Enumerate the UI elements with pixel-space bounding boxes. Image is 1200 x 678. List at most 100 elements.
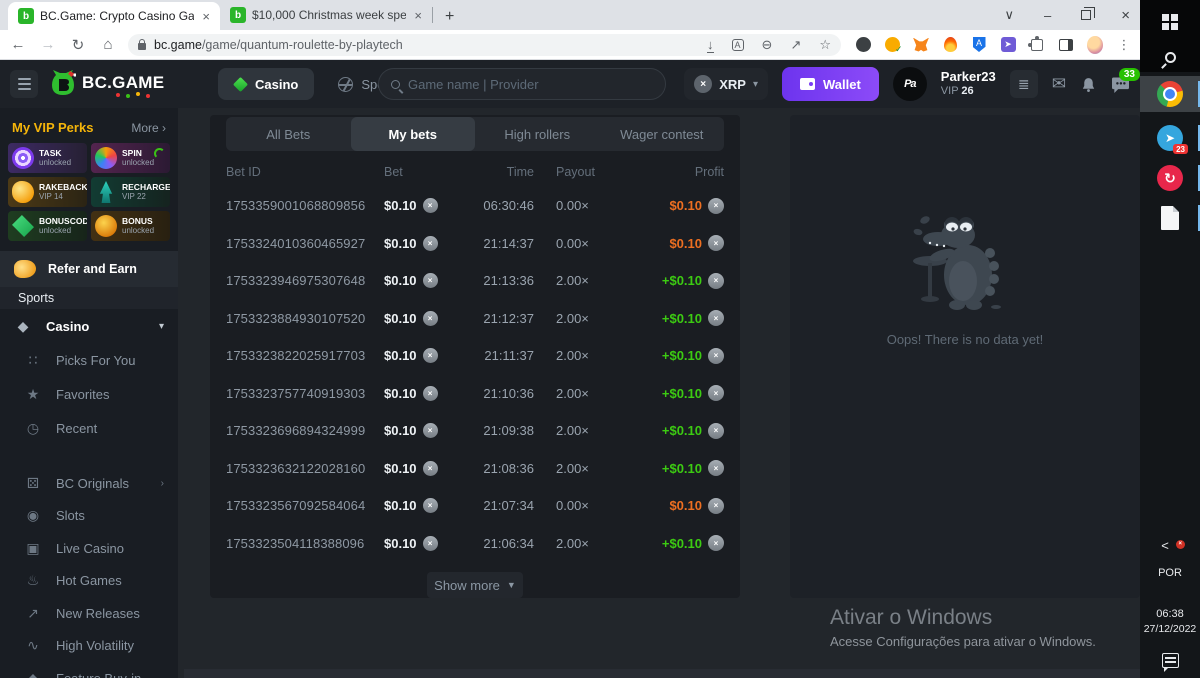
close-button[interactable]: × [1121, 7, 1130, 24]
game-search-input[interactable] [408, 77, 653, 92]
extension-person-icon[interactable] [885, 37, 900, 52]
taskbar-telegram-button[interactable]: ➤23 [1140, 120, 1200, 156]
bets-tab[interactable]: High rollers [475, 117, 600, 151]
show-more-button[interactable]: Show more▼ [427, 572, 523, 598]
tab-close-icon[interactable]: × [412, 8, 424, 23]
vip-perk-card[interactable]: BONUS unlocked [91, 211, 170, 241]
table-row[interactable]: 1753323757740919303 $0.10× 21:10:36 2.00… [210, 375, 740, 413]
table-row[interactable]: 1753323696894324999 $0.10× 21:09:38 2.00… [210, 412, 740, 450]
bookmark-star-icon[interactable]: ☆ [819, 37, 831, 53]
address-bar[interactable]: bc.game/game/quantum-roulette-by-playtec… [128, 34, 841, 56]
extensions-puzzle-icon[interactable] [1031, 39, 1043, 51]
sidebar-item[interactable]: ♨ Hot Games [0, 565, 178, 598]
taskbar-overflow-chevron[interactable]: < [1161, 538, 1169, 553]
sidebar-item-label: New Releases [56, 606, 150, 621]
user-info[interactable]: Parker23 VIP 26 [941, 69, 996, 99]
col-bet: Bet [384, 165, 472, 179]
home-button[interactable]: ⌂ [98, 36, 118, 53]
forward-button[interactable]: → [38, 36, 58, 53]
chat-icon[interactable]: 33 [1111, 76, 1130, 93]
zoom-out-icon[interactable]: ⊖ [762, 37, 773, 53]
vip-perks-more-link[interactable]: More › [131, 121, 166, 135]
browser-tab-active[interactable]: b BC.Game: Crypto Casino Games & × [8, 2, 220, 30]
back-button[interactable]: ← [8, 36, 28, 53]
sidebar-item[interactable]: ↗ New Releases [0, 597, 178, 630]
browser-menu-icon[interactable]: ⋮ [1116, 37, 1132, 53]
table-row[interactable]: 1753323504118388096 $0.10× 21:06:34 2.00… [210, 525, 740, 563]
currency-code: XRP [719, 77, 746, 92]
bets-tab[interactable]: All Bets [226, 117, 351, 151]
bets-tab[interactable]: My bets [351, 117, 476, 151]
vip-perk-card[interactable]: BONUSCODE unlocked [8, 211, 87, 241]
hamburger-menu-button[interactable] [10, 70, 38, 98]
bet-amount: $0.10× [384, 386, 472, 401]
taskbar-red-app-button[interactable]: ↻ [1140, 160, 1200, 196]
sidebar-item-casino[interactable]: ◆ Casino ▾ [0, 309, 178, 343]
notifications-bell-icon[interactable] [1080, 76, 1097, 93]
taskbar-chrome-button[interactable] [1140, 76, 1200, 112]
bcgame-logo[interactable]: BC.GAME [50, 69, 164, 97]
profile-avatar[interactable] [1087, 36, 1103, 54]
wallet-button[interactable]: Wallet [782, 67, 879, 101]
mail-icon[interactable]: ✉ [1052, 74, 1066, 94]
taskbar-search-button[interactable] [1140, 40, 1200, 74]
sidebar-item[interactable]: ▣ Live Casino [0, 532, 178, 565]
reload-button[interactable]: ↻ [68, 36, 88, 54]
extension-arrow-icon[interactable]: ➤ [1001, 37, 1016, 52]
bets-tab[interactable]: Wager contest [600, 117, 725, 151]
table-row[interactable]: 1753359001068809856 $0.10× 06:30:46 0.00… [210, 187, 740, 225]
url-text[interactable]: bc.game/game/quantum-roulette-by-playtec… [154, 38, 699, 52]
table-row[interactable]: 1753323884930107520 $0.10× 21:12:37 2.00… [210, 300, 740, 338]
bet-id: 1753323696894324999 [226, 423, 384, 438]
xrp-coin-icon: × [423, 498, 438, 513]
sidebar-item[interactable]: ◷ Recent [0, 411, 178, 445]
vip-perk-card[interactable]: RECHARGE VIP 22 [91, 177, 170, 207]
sports-ball-icon [338, 77, 353, 92]
minimize-button[interactable]: – [1044, 8, 1051, 23]
sidebar-item-sports[interactable]: Sports [0, 287, 178, 309]
sidebar-item[interactable]: ⚄ BC Originals › [0, 467, 178, 500]
sidebar-item[interactable]: ∿ High Volatility [0, 630, 178, 663]
side-panel-icon[interactable] [1059, 39, 1073, 51]
table-row[interactable]: 1753323632122028160 $0.10× 21:08:36 2.00… [210, 450, 740, 488]
vip-perk-card[interactable]: TASK unlocked [8, 143, 87, 173]
table-row[interactable]: 1753323822025917703 $0.10× 21:11:37 2.00… [210, 337, 740, 375]
metamask-icon[interactable] [913, 38, 929, 52]
extension-dark-icon[interactable] [856, 37, 871, 52]
table-row[interactable]: 1753324010360465927 $0.10× 21:14:37 0.00… [210, 225, 740, 263]
xrp-coin-icon: × [423, 236, 438, 251]
sidebar-item[interactable]: ∷ Picks For You [0, 343, 178, 377]
download-icon[interactable]: ↓ [707, 37, 714, 53]
sidebar-item[interactable]: ★ Favorites [0, 377, 178, 411]
translate-icon[interactable]: A [732, 39, 744, 51]
vip-perk-card[interactable]: RAKEBACK VIP 14 [8, 177, 87, 207]
start-button[interactable] [1140, 5, 1200, 39]
taskbar-document-button[interactable] [1140, 200, 1200, 236]
sidebar-item[interactable]: ◉ Slots [0, 500, 178, 533]
currency-selector[interactable]: × XRP ▾ [684, 68, 768, 100]
tab-close-icon[interactable]: × [200, 9, 212, 24]
restore-button[interactable] [1081, 10, 1091, 20]
action-center-icon[interactable] [1162, 653, 1179, 668]
vip-perk-card[interactable]: SPIN unlocked [91, 143, 170, 173]
refer-and-earn-item[interactable]: Refer and Earn [0, 251, 178, 287]
share-icon[interactable]: ↗ [790, 37, 801, 53]
new-tab-button[interactable]: + [433, 8, 466, 30]
xrp-coin-icon: × [694, 75, 712, 93]
table-row[interactable]: 1753323946975307648 $0.10× 21:13:36 2.00… [210, 262, 740, 300]
bet-slip-button[interactable]: ≣ [1010, 70, 1038, 98]
tab-search-icon[interactable]: ∨ [1004, 7, 1014, 23]
taskbar-clock[interactable]: 06:38 27/12/2022 [1140, 607, 1200, 637]
sidebar-item-icon: ◆ [24, 670, 42, 678]
extension-flame-icon[interactable] [944, 37, 957, 52]
extension-shield-icon[interactable]: A [973, 37, 986, 52]
user-avatar[interactable]: Pa [893, 67, 927, 101]
language-indicator[interactable]: POR [1140, 567, 1200, 579]
lock-icon[interactable] [138, 43, 146, 50]
chevron-right-icon: › [161, 478, 164, 489]
table-row[interactable]: 1753323567092584064 $0.10× 21:07:34 0.00… [210, 487, 740, 525]
nav-casino-button[interactable]: Casino [218, 68, 314, 100]
browser-tab-inactive[interactable]: b $10,000 Christmas week special n × [220, 0, 432, 30]
game-search-box[interactable] [378, 68, 666, 100]
sidebar-item[interactable]: ◆ Feature Buy-in [0, 662, 178, 678]
